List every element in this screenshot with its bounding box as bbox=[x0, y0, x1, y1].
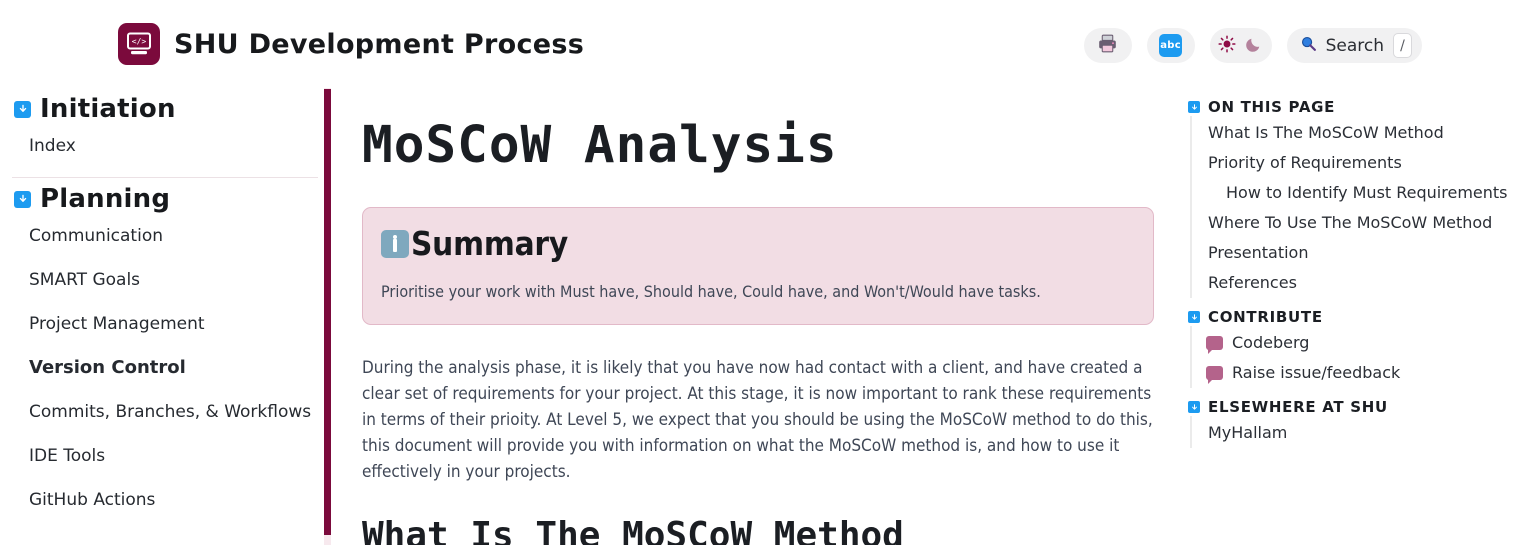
main-content: MoSCoW Analysis Summary Prioritise your … bbox=[362, 88, 1154, 545]
svg-text:</>: </> bbox=[132, 37, 147, 46]
sidebar-item-index[interactable]: Index bbox=[0, 124, 330, 168]
page-header: </> SHU Development Process abc Search / bbox=[0, 0, 1520, 88]
sun-icon[interactable] bbox=[1218, 34, 1236, 57]
right-nav-group: CONTRIBUTE Codeberg Raise issue/feedback bbox=[1172, 308, 1520, 388]
right-nav-item-priority-of-requirements[interactable]: Priority of Requirements bbox=[1192, 148, 1520, 178]
theme-toggle[interactable] bbox=[1209, 28, 1272, 63]
chevron-down-icon[interactable] bbox=[14, 190, 31, 208]
right-nav-group-header[interactable]: ELSEWHERE AT SHU bbox=[1172, 398, 1520, 416]
summary-callout: Summary Prioritise your work with Must h… bbox=[362, 207, 1154, 325]
right-nav-item-label: Raise issue/feedback bbox=[1232, 363, 1401, 382]
page-title: MoSCoW Analysis bbox=[362, 116, 838, 175]
magnifier-icon bbox=[1300, 35, 1317, 57]
brand-title: SHU Development Process bbox=[174, 28, 585, 60]
chevron-down-icon[interactable] bbox=[1188, 101, 1200, 113]
chevron-down-icon[interactable] bbox=[14, 100, 31, 118]
speech-bubble-icon bbox=[1206, 336, 1223, 350]
summary-callout-body: Prioritise your work with Must have, Sho… bbox=[381, 282, 1041, 301]
sidebar-item-version-control[interactable]: Version Control bbox=[0, 346, 330, 390]
sidebar-group-initiation[interactable]: Initiation bbox=[0, 94, 330, 124]
right-nav-group-label: CONTRIBUTE bbox=[1208, 308, 1323, 326]
right-nav-item-list: MyHallam bbox=[1190, 416, 1520, 448]
sidebar-divider bbox=[12, 177, 318, 178]
intro-paragraph: During the analysis phase, it is likely … bbox=[362, 358, 1153, 482]
sidebar-item-smart-goals[interactable]: SMART Goals bbox=[0, 258, 330, 302]
header-toolbar: abc Search / bbox=[1083, 28, 1422, 63]
sidebar-item-github-actions[interactable]: GitHub Actions bbox=[0, 478, 330, 522]
right-nav-group-label: ON THIS PAGE bbox=[1208, 98, 1336, 116]
right-nav-group: ELSEWHERE AT SHU MyHallam bbox=[1172, 398, 1520, 448]
right-nav-item-myhallam[interactable]: MyHallam bbox=[1192, 418, 1520, 448]
sidebar-group-label: Initiation bbox=[40, 94, 176, 124]
left-sidebar-nav: Initiation Index Planning Communication SMAR… bbox=[0, 88, 330, 545]
right-nav-item-label: Codeberg bbox=[1232, 333, 1310, 352]
search-shortcut-badge: / bbox=[1393, 33, 1412, 58]
print-button[interactable] bbox=[1083, 28, 1132, 63]
speech-bubble-icon bbox=[1206, 366, 1223, 380]
chevron-down-icon[interactable] bbox=[1188, 401, 1200, 413]
spellcheck-button[interactable]: abc bbox=[1146, 28, 1195, 63]
right-sidebar-nav: ON THIS PAGE What Is The MoSCoW Method Pri… bbox=[1172, 88, 1520, 545]
information-icon bbox=[381, 229, 409, 258]
brand[interactable]: </> SHU Development Process bbox=[118, 23, 584, 65]
sidebar-item-project-management[interactable]: Project Management bbox=[0, 302, 330, 346]
sidebar-item-communication[interactable]: Communication bbox=[0, 214, 330, 258]
abc-icon: abc bbox=[1159, 34, 1183, 57]
right-nav-item-list: Codeberg Raise issue/feedback bbox=[1190, 326, 1520, 388]
section-heading-what-is-moscow: What Is The MoSCoW Method bbox=[362, 515, 904, 545]
right-nav-group: ON THIS PAGE What Is The MoSCoW Method Pri… bbox=[1172, 98, 1520, 298]
right-nav-item-what-is-the-moscow-method[interactable]: What Is The MoSCoW Method bbox=[1192, 118, 1520, 148]
sidebar-group-planning[interactable]: Planning bbox=[0, 184, 330, 214]
right-nav-item-how-to-identify-must-requirements[interactable]: How to Identify Must Requirements bbox=[1192, 178, 1520, 208]
summary-callout-header: Summary bbox=[381, 224, 1135, 263]
left-sidebar-scrollbar-thumb[interactable] bbox=[324, 89, 331, 535]
chevron-down-icon[interactable] bbox=[1188, 311, 1200, 323]
right-nav-item-list: What Is The MoSCoW Method Priority of Req… bbox=[1190, 116, 1520, 298]
search-button[interactable]: Search / bbox=[1286, 28, 1422, 63]
right-nav-item-where-to-use-the-moscow-method[interactable]: Where To Use The MoSCoW Method bbox=[1192, 208, 1520, 238]
right-nav-item-codeberg[interactable]: Codeberg bbox=[1192, 328, 1520, 358]
right-nav-group-header[interactable]: CONTRIBUTE bbox=[1172, 308, 1520, 326]
code-monitor-icon: </> bbox=[118, 23, 160, 65]
sidebar-item-commits-branches-workflows[interactable]: Commits, Branches, & Workflows bbox=[0, 390, 330, 434]
right-nav-item-raise-issue-feedback[interactable]: Raise issue/feedback bbox=[1192, 358, 1520, 388]
right-nav-item-references[interactable]: References bbox=[1192, 268, 1520, 298]
right-nav-group-label: ELSEWHERE AT SHU bbox=[1208, 398, 1388, 416]
right-nav-group-header[interactable]: ON THIS PAGE bbox=[1172, 98, 1520, 116]
sidebar-item-ide-tools[interactable]: IDE Tools bbox=[0, 434, 330, 478]
sidebar-group-label: Planning bbox=[40, 184, 171, 214]
summary-callout-title: Summary bbox=[411, 224, 569, 263]
right-nav-item-presentation[interactable]: Presentation bbox=[1192, 238, 1520, 268]
printer-icon bbox=[1097, 33, 1118, 58]
moon-icon[interactable] bbox=[1245, 35, 1263, 57]
search-label: Search bbox=[1325, 35, 1384, 56]
